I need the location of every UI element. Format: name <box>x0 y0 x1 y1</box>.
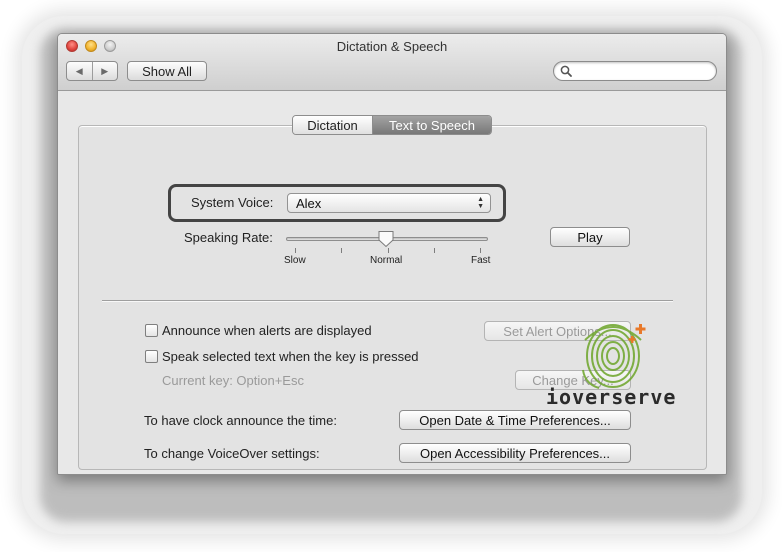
speaking-rate-label: Speaking Rate: <box>184 230 273 245</box>
rate-fast-label: Fast <box>471 255 491 266</box>
speak-selected-checkbox[interactable] <box>145 350 158 363</box>
search-icon <box>560 65 572 77</box>
announce-alerts-label: Announce when alerts are displayed <box>162 323 372 338</box>
slider-tick <box>480 248 481 253</box>
speak-selected-label: Speak selected text when the key is pres… <box>162 349 419 364</box>
tab-bar: Dictation Text to Speech <box>292 115 492 135</box>
fingerprint-logo-icon <box>582 324 646 389</box>
clock-announce-label: To have clock announce the time: <box>144 413 337 428</box>
search-field[interactable] <box>553 61 717 81</box>
system-voice-popup[interactable]: Alex ▲ ▼ <box>287 193 491 213</box>
back-arrow-icon[interactable]: ◀ <box>67 62 93 80</box>
tab-text-to-speech[interactable]: Text to Speech <box>373 116 491 134</box>
tab-dictation[interactable]: Dictation <box>293 116 373 134</box>
search-input[interactable] <box>574 63 710 79</box>
slider-tick <box>434 248 435 253</box>
open-date-time-preferences-button[interactable]: Open Date & Time Preferences... <box>399 410 631 430</box>
back-forward-control: ◀ ▶ <box>66 61 118 81</box>
section-divider <box>102 300 673 301</box>
slider-tick <box>388 248 389 253</box>
open-accessibility-preferences-button[interactable]: Open Accessibility Preferences... <box>399 443 631 463</box>
voiceover-settings-label: To change VoiceOver settings: <box>144 446 320 461</box>
current-key-label: Current key: Option+Esc <box>162 373 304 388</box>
system-voice-value: Alex <box>296 196 322 211</box>
window-title: Dictation & Speech <box>336 39 448 54</box>
slider-tick <box>341 248 342 253</box>
title-toolbar: Dictation & Speech ◀ ▶ Show All <box>58 34 726 91</box>
announce-alerts-checkbox[interactable] <box>145 324 158 337</box>
system-voice-label: System Voice: <box>191 195 274 210</box>
slider-tick <box>295 248 296 253</box>
updown-arrows-icon: ▲ ▼ <box>477 196 484 210</box>
rate-slow-label: Slow <box>284 255 306 266</box>
preferences-content: Dictation Text to Speech System Voice: A… <box>58 91 726 474</box>
forward-arrow-icon[interactable]: ▶ <box>93 62 118 80</box>
watermark-brand-text: ioverserve <box>546 385 677 409</box>
system-voice-highlight: System Voice: Alex ▲ ▼ <box>168 184 506 222</box>
slider-thumb[interactable] <box>377 230 395 248</box>
rate-normal-label: Normal <box>370 255 403 266</box>
play-button[interactable]: Play <box>550 227 630 247</box>
show-all-button[interactable]: Show All <box>127 61 207 81</box>
